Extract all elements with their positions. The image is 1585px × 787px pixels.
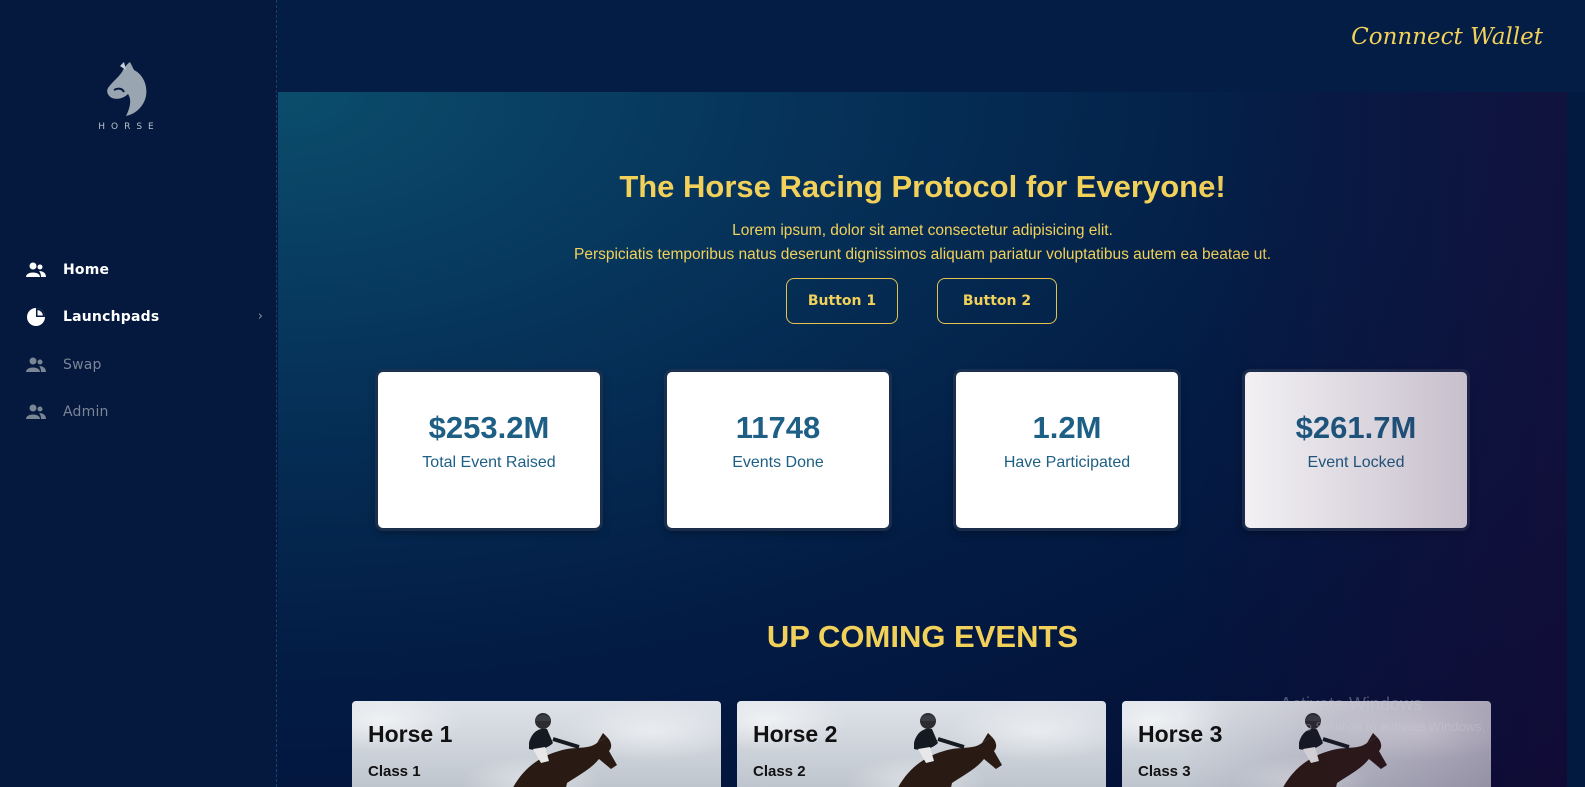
- sidebar-item-label: Swap: [63, 356, 102, 373]
- users-icon: [26, 355, 46, 375]
- upcoming-events-title: UP COMING EVENTS: [766, 619, 1079, 654]
- event-name: Horse 1: [368, 721, 453, 747]
- users-icon: [26, 260, 46, 280]
- hero-subtitle-line2: Perspiciatis temporibus natus deserunt d…: [573, 246, 1272, 263]
- horse-rider-image: [898, 713, 1002, 787]
- event-name: Horse 3: [1138, 721, 1223, 747]
- activation-title: Activate Windows: [1280, 694, 1423, 714]
- button-2[interactable]: Button 2: [937, 278, 1057, 324]
- stat-label: Have Participated: [1003, 454, 1131, 471]
- pie-chart-icon: [26, 307, 46, 327]
- hero-title: The Horse Racing Protocol for Everyone!: [619, 169, 1226, 204]
- stats-row: $253.2M Total Event Raised 11748 Events …: [378, 372, 1468, 528]
- event-class: Class 3: [1138, 763, 1191, 780]
- stat-value: $261.7M: [1295, 410, 1417, 445]
- stat-card-have-participated: 1.2M Have Participated: [956, 372, 1178, 528]
- stat-card-events-done: 11748 Events Done: [667, 372, 889, 528]
- stat-card-event-locked: $261.7M Event Locked: [1245, 372, 1467, 528]
- event-class: Class 1: [368, 763, 421, 780]
- stat-value: $253.2M: [428, 410, 550, 445]
- horse-rider-image: [513, 713, 617, 787]
- event-class: Class 2: [753, 763, 806, 780]
- main-content: The Horse Racing Protocol for Everyone! …: [278, 92, 1567, 787]
- top-bar: Connnect Wallet: [278, 0, 1585, 92]
- stat-label: Event Locked: [1307, 454, 1405, 471]
- sidebar-item-label: Home: [63, 261, 110, 278]
- event-card-horse-1[interactable]: Horse 1 Class 1: [352, 701, 721, 787]
- activation-subtitle: Go to Settings to activate Windows.: [1280, 719, 1486, 734]
- stat-card-total-event-raised: $253.2M Total Event Raised: [378, 372, 600, 528]
- sidebar-nav: Home Launchpads › Swap Admin: [0, 246, 277, 436]
- sidebar-item-label: Admin: [63, 404, 109, 421]
- event-card-horse-2[interactable]: Horse 2 Class 2: [737, 701, 1106, 787]
- stat-value: 1.2M: [1032, 410, 1102, 445]
- horse-head-icon: [107, 62, 147, 116]
- windows-activation-watermark: Activate Windows Go to Settings to activ…: [1280, 694, 1485, 734]
- sidebar-item-label: Launchpads: [63, 309, 160, 326]
- brand-name: HORSE: [98, 122, 160, 132]
- sidebar-item-swap[interactable]: Swap: [0, 341, 277, 389]
- stat-label: Events Done: [732, 454, 824, 471]
- chevron-right-icon: ›: [257, 308, 263, 324]
- sidebar-item-admin[interactable]: Admin: [0, 389, 277, 437]
- sidebar-item-home[interactable]: Home: [0, 246, 277, 294]
- hero-subtitle-line1: Lorem ipsum, dolor sit amet consectetur …: [732, 222, 1113, 239]
- stat-label: Total Event Raised: [422, 454, 556, 471]
- connect-wallet-button[interactable]: Connnect Wallet: [1351, 24, 1543, 50]
- button-1[interactable]: Button 1: [786, 278, 898, 324]
- users-icon: [26, 402, 46, 422]
- sidebar-item-launchpads[interactable]: Launchpads ›: [0, 294, 277, 342]
- brand-logo[interactable]: HORSE: [90, 60, 162, 132]
- stat-value: 11748: [735, 410, 821, 445]
- event-name: Horse 2: [753, 721, 838, 747]
- sidebar: HORSE Home Launchpads › Swap Admin: [0, 0, 277, 787]
